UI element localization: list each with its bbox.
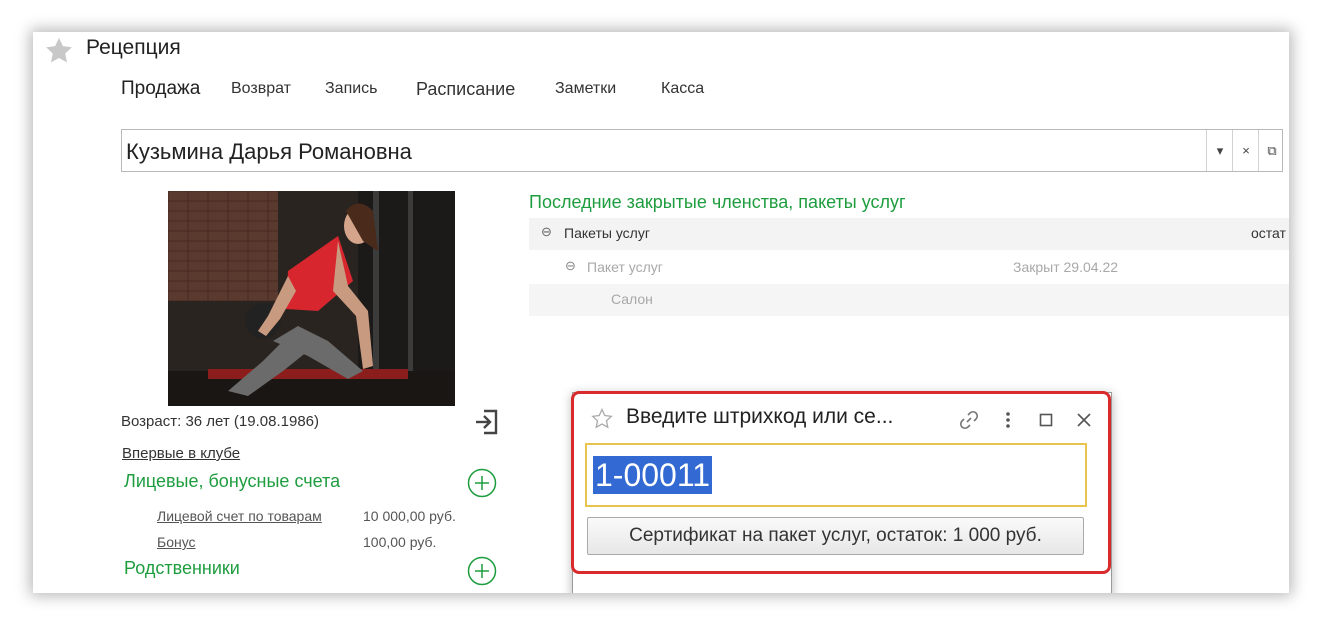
collapse-icon[interactable]: ⊖	[565, 258, 576, 274]
tree-extra: Закрыт 29.04.22	[1013, 259, 1119, 275]
account-value-goods: 10 000,00 руб.	[363, 508, 456, 524]
relatives-heading: Родственники	[124, 558, 240, 578]
tab-booking[interactable]: Запись	[325, 80, 378, 98]
open-button[interactable]: ⧉	[1258, 130, 1285, 171]
close-icon: ×	[1242, 143, 1250, 158]
favorite-star-icon[interactable]	[44, 36, 74, 66]
chevron-down-icon: ▾	[1216, 142, 1224, 158]
add-relative-plus-icon[interactable]	[467, 556, 497, 586]
add-account-plus-icon[interactable]	[467, 468, 497, 498]
tree-row-salon[interactable]: Салон	[529, 284, 1289, 316]
accounts-heading: Лицевые, бонусные счета	[124, 471, 341, 491]
maximize-icon[interactable]	[1035, 409, 1057, 431]
client-name-value: Кузьмина Дарья Романовна	[126, 139, 412, 164]
tab-sale[interactable]: Продажа	[121, 78, 200, 100]
tree-row-package[interactable]: ⊖ Пакет услуг Закрыт 29.04.22	[529, 252, 1289, 284]
first-visit-link[interactable]: Впервые в клубе	[122, 445, 240, 462]
close-icon[interactable]	[1073, 409, 1095, 431]
app-title: Рецепция	[86, 36, 181, 59]
clear-button[interactable]: ×	[1232, 130, 1259, 171]
tree-label: Салон	[611, 291, 653, 307]
barcode-dialog: Введите штрихкод или се... 1-00011 Серти…	[572, 392, 1112, 593]
link-icon[interactable]	[958, 409, 980, 431]
more-options-icon[interactable]	[997, 409, 1019, 431]
account-link-bonus[interactable]: Бонус	[157, 534, 196, 550]
barcode-input[interactable]: 1-00011	[585, 443, 1087, 507]
favorite-star-icon[interactable]	[590, 407, 614, 431]
dialog-title: Введите штрихкод или се...	[626, 405, 894, 428]
tree-label: Пакет услуг	[587, 259, 663, 275]
collapse-icon[interactable]: ⊖	[541, 224, 552, 240]
certificate-button[interactable]: Сертификат на пакет услуг, остаток: 1 00…	[587, 517, 1084, 555]
tree-row-packages[interactable]: ⊖ Пакеты услуг остат	[529, 218, 1289, 250]
age-text: Возраст: 36 лет (19.08.1986)	[121, 413, 319, 430]
tab-return[interactable]: Возврат	[231, 80, 291, 98]
exit-icon[interactable]	[473, 408, 501, 436]
client-photo	[168, 191, 455, 406]
tab-notes[interactable]: Заметки	[555, 80, 616, 98]
tab-schedule[interactable]: Расписание	[416, 79, 515, 100]
barcode-input-value: 1-00011	[593, 456, 713, 494]
tree-label: Пакеты услуг	[564, 225, 650, 241]
account-value-bonus: 100,00 руб.	[363, 534, 437, 550]
tab-cash[interactable]: Касса	[661, 80, 704, 98]
client-field[interactable]: Кузьмина Дарья Романовна ▾ × ⧉	[121, 129, 1283, 172]
tree-extra: остат	[1251, 225, 1286, 241]
dropdown-button[interactable]: ▾	[1206, 130, 1233, 171]
open-window-icon: ⧉	[1267, 142, 1277, 158]
account-link-goods[interactable]: Лицевой счет по товарам	[157, 508, 322, 524]
memberships-heading: Последние закрытые членства, пакеты услу…	[529, 192, 906, 212]
reception-window: Рецепция Продажа Возврат Запись Расписан…	[33, 32, 1289, 593]
